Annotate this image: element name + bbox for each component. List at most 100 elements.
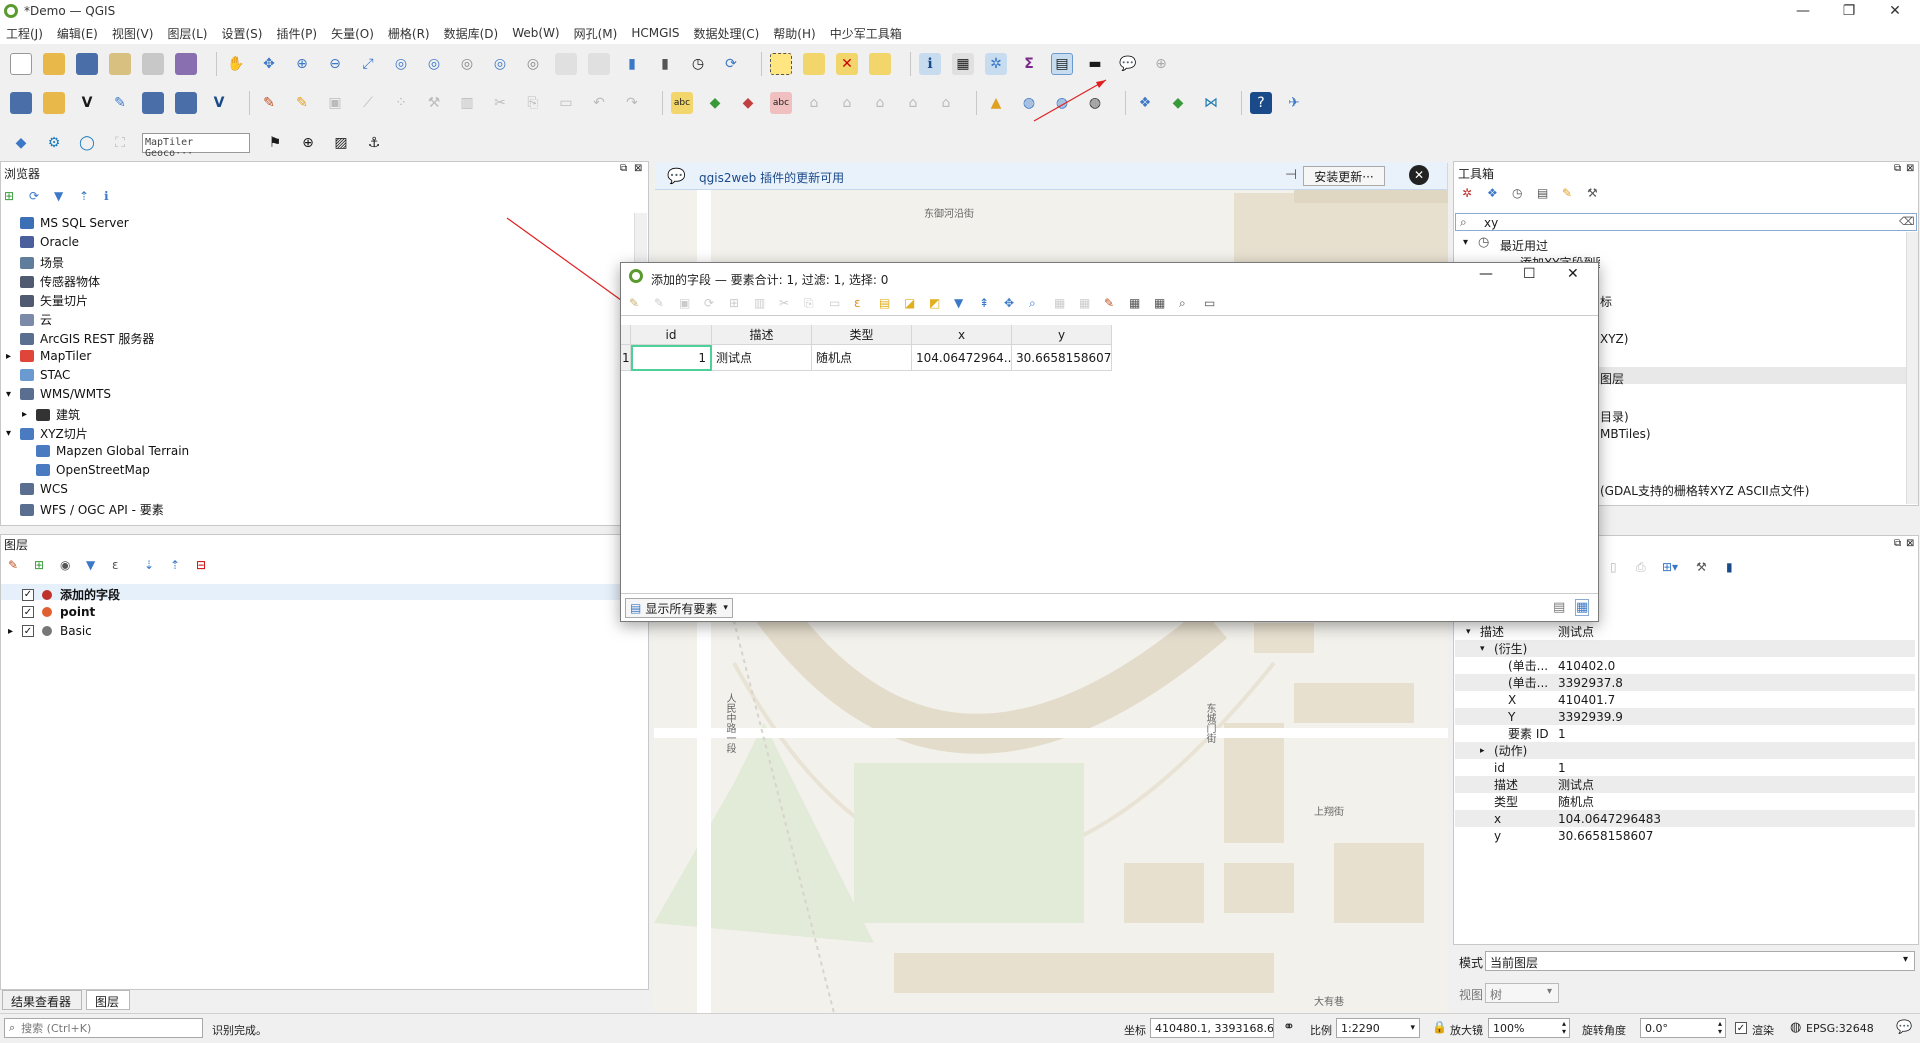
show-all-features-button[interactable]: ▤ 显示所有要素 ▾ bbox=[625, 598, 733, 618]
zoom-out-icon[interactable]: ⊖ bbox=[324, 53, 346, 75]
toolbox-item[interactable]: XYZ) bbox=[1600, 332, 1628, 346]
coordinate-toggle-icon[interactable]: ⚭ bbox=[1283, 1019, 1295, 1035]
render-checkbox[interactable]: ✓ bbox=[1735, 1022, 1747, 1034]
current-edits-icon[interactable]: ✎ bbox=[258, 92, 280, 114]
menu-processing[interactable]: 数据处理(C) bbox=[694, 25, 760, 42]
xyz-globe-icon[interactable]: ◍ bbox=[1018, 92, 1040, 114]
layer-visibility-checkbox[interactable]: ✓ bbox=[22, 588, 34, 601]
toolbox-recent[interactable]: 最近用过 bbox=[1500, 237, 1548, 254]
identify-row[interactable]: 类型 随机点 bbox=[1455, 793, 1915, 810]
undo-icon[interactable]: ↶ bbox=[588, 92, 610, 114]
scale-combo[interactable]: 1:2290 ▾ bbox=[1336, 1018, 1420, 1038]
identify-row[interactable]: x 104.0647296483 bbox=[1455, 810, 1915, 827]
menu-web[interactable]: Web(W) bbox=[512, 26, 559, 40]
plugin-layers-icon[interactable]: ◆ bbox=[1167, 92, 1189, 114]
menu-raster[interactable]: 栅格(R) bbox=[388, 25, 430, 42]
zoom-last-icon[interactable]: ◎ bbox=[489, 53, 511, 75]
menu-custom-toolbox[interactable]: 中少军工具箱 bbox=[830, 25, 902, 42]
change-label-icon[interactable]: ⌂ bbox=[935, 92, 957, 114]
open-attribute-table-icon[interactable]: ▦ bbox=[952, 53, 974, 75]
paste-icon[interactable]: ▭ bbox=[829, 296, 845, 310]
deselect-all-icon[interactable]: ◩ bbox=[929, 296, 945, 310]
add-virtual-layer-icon[interactable] bbox=[142, 92, 164, 114]
zoom-layer-icon[interactable]: ◎ bbox=[423, 53, 445, 75]
new-map-view-icon[interactable] bbox=[555, 53, 577, 75]
browser-item[interactable]: ArcGIS REST 服务器 bbox=[20, 330, 154, 347]
coordinate-field[interactable]: 410480.1, 3393168.6 bbox=[1150, 1018, 1274, 1038]
info-icon[interactable]: ℹ bbox=[104, 189, 120, 203]
collapse-arrow-icon[interactable]: ▾ bbox=[1466, 627, 1471, 637]
add-wms-icon[interactable] bbox=[175, 92, 197, 114]
form-view-icon[interactable]: ▤ bbox=[1553, 600, 1565, 615]
table-cell-desc[interactable]: 测试点 bbox=[712, 345, 812, 371]
reload-icon[interactable]: ⟳ bbox=[704, 296, 720, 310]
browser-item[interactable]: ▸ MapTiler bbox=[6, 349, 91, 363]
delete-selected-icon[interactable]: ▥ bbox=[456, 92, 478, 114]
crosshair-icon[interactable]: ⊕ bbox=[297, 132, 319, 154]
dock-table-icon[interactable]: ▭ bbox=[1204, 296, 1220, 310]
menu-plugins[interactable]: 插件(P) bbox=[276, 25, 317, 42]
menu-mesh[interactable]: 网孔(M) bbox=[574, 25, 618, 42]
map-tips-icon[interactable]: 💬 bbox=[1117, 53, 1139, 75]
visibility-icon[interactable]: ◉ bbox=[60, 558, 76, 572]
settings-gear-icon[interactable]: ⚙ bbox=[43, 132, 65, 154]
expand-arrow-icon[interactable]: ▸ bbox=[22, 409, 27, 420]
search-globe-icon[interactable]: ◯ bbox=[76, 132, 98, 154]
browser-item[interactable]: STAC bbox=[20, 368, 70, 382]
browser-item[interactable]: Oracle bbox=[20, 235, 79, 249]
identify-row[interactable]: X 410401.7 bbox=[1455, 691, 1915, 708]
select-by-expression-icon[interactable]: ε bbox=[854, 296, 870, 310]
expand-all-icon[interactable]: ⇣ bbox=[144, 558, 160, 572]
move-label-icon[interactable]: ⌂ bbox=[869, 92, 891, 114]
column-header-desc[interactable]: 描述 bbox=[712, 325, 812, 345]
identify-row[interactable]: 描述 测试点 bbox=[1455, 776, 1915, 793]
browser-item[interactable]: 云 bbox=[20, 311, 52, 328]
layout-manager-icon[interactable] bbox=[142, 53, 164, 75]
dialog-maximize-button[interactable]: ☐ bbox=[1523, 266, 1536, 282]
show-label-icon[interactable]: ⌂ bbox=[836, 92, 858, 114]
maptiler-geocoder-input[interactable]: MapTiler Geoco··· bbox=[142, 133, 250, 159]
filter-select-icon[interactable]: ▼ bbox=[954, 296, 970, 310]
layer-item[interactable]: ✓ 添加的字段 bbox=[8, 586, 120, 603]
copy-feature-icon[interactable]: ▯ bbox=[1610, 560, 1626, 575]
float-panel-icon[interactable]: ⧉ bbox=[620, 163, 627, 174]
scripts-icon[interactable]: ❖ bbox=[1487, 186, 1503, 200]
vertex-tool-icon[interactable]: ⁘ bbox=[390, 92, 412, 114]
view-select[interactable]: 树 ▾ bbox=[1485, 983, 1559, 1003]
identify-row[interactable]: id 1 bbox=[1455, 759, 1915, 776]
bookmark-icon[interactable]: ▮ bbox=[621, 53, 643, 75]
collapse-all-icon[interactable]: ⇡ bbox=[170, 558, 186, 572]
collapse-arrow-icon[interactable]: ▾ bbox=[1480, 644, 1485, 654]
zoom-next-icon[interactable]: ◎ bbox=[522, 53, 544, 75]
browser-item[interactable]: ▾ XYZ切片 bbox=[6, 425, 88, 442]
toolbox-item[interactable]: 标 bbox=[1600, 293, 1612, 310]
identify-row[interactable]: ▸ (动作) bbox=[1455, 742, 1915, 759]
toggle-editing-icon[interactable]: ✎ bbox=[629, 296, 645, 310]
statistics-icon[interactable]: Σ bbox=[1018, 53, 1040, 75]
history-icon[interactable]: ◷ bbox=[1512, 186, 1528, 200]
new-project-icon[interactable] bbox=[10, 53, 32, 75]
zoom-native-icon[interactable]: ◎ bbox=[456, 53, 478, 75]
pan-to-selection-icon[interactable]: ✥ bbox=[258, 53, 280, 75]
table-view-icon[interactable]: ▦ bbox=[1575, 599, 1590, 616]
label-tool-icon[interactable]: abc bbox=[671, 92, 693, 114]
layer-visibility-checkbox[interactable]: ✓ bbox=[22, 625, 34, 637]
toolbox-scrollbar[interactable] bbox=[1906, 232, 1918, 504]
attribute-table-active-icon[interactable]: ▤ bbox=[1051, 53, 1073, 75]
identify-row[interactable]: Y 3392939.9 bbox=[1455, 708, 1915, 725]
menu-view[interactable]: 视图(V) bbox=[112, 25, 154, 42]
toolbox-item[interactable]: (GDAL支持的栅格转XYZ ASCII点文件) bbox=[1600, 482, 1809, 499]
anchor-icon[interactable]: ⚓ bbox=[363, 132, 385, 154]
bookmarks-manager-icon[interactable]: ▮ bbox=[654, 53, 676, 75]
dialog-minimize-button[interactable]: — bbox=[1479, 266, 1493, 282]
browser-item[interactable]: ▾ WMS/WMTS bbox=[6, 387, 111, 401]
organize-columns-icon[interactable]: ✎ bbox=[1104, 296, 1120, 310]
add-delimited-text-icon[interactable]: V bbox=[76, 92, 98, 114]
cut-icon[interactable]: ✂ bbox=[779, 296, 795, 310]
identify-features-icon[interactable]: ℹ bbox=[919, 53, 941, 75]
menu-database[interactable]: 数据库(D) bbox=[444, 25, 499, 42]
redo-icon[interactable]: ↷ bbox=[621, 92, 643, 114]
zoom-in-icon[interactable]: ⊕ bbox=[291, 53, 313, 75]
row-header[interactable]: 1 bbox=[621, 345, 631, 371]
messages-icon[interactable]: 💬 bbox=[1896, 1020, 1912, 1035]
